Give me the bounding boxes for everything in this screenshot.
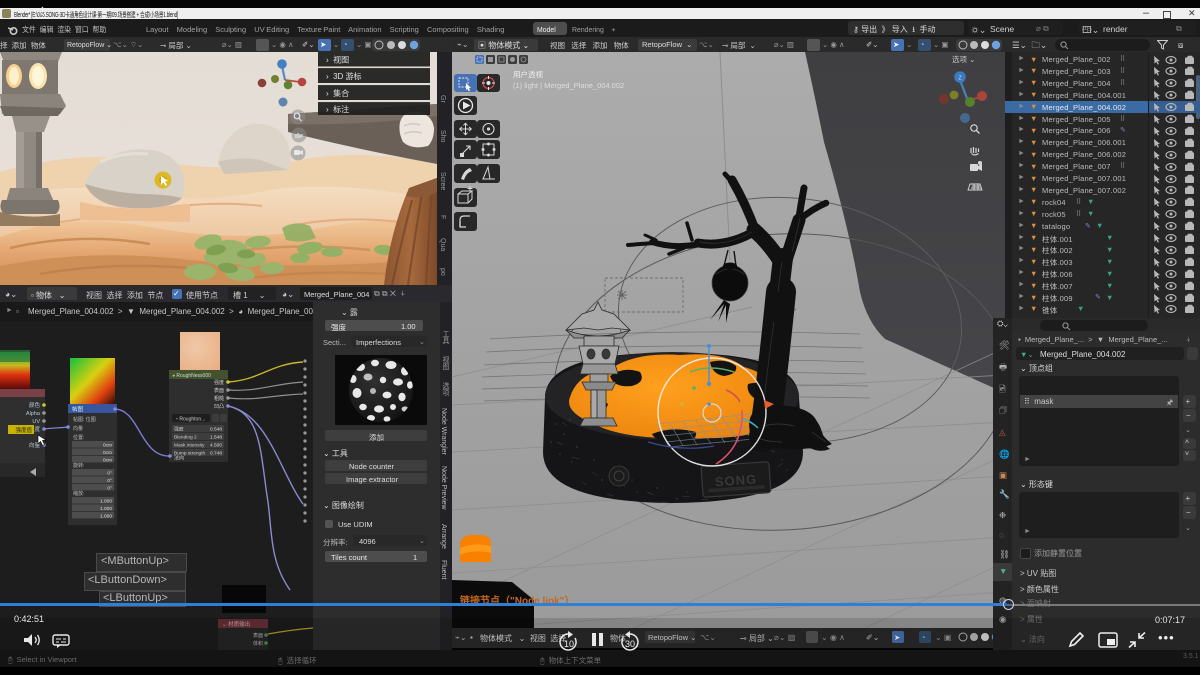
svg-text:强度值: 强度值 bbox=[15, 426, 32, 434]
svg-text:颜色: 颜色 bbox=[29, 401, 41, 409]
svg-text:0cm: 0cm bbox=[103, 457, 112, 463]
svg-text:› 集合: › 集合 bbox=[326, 88, 349, 98]
svg-text:向量: 向量 bbox=[73, 425, 83, 432]
svg-text:法向: 法向 bbox=[174, 455, 184, 462]
svg-text:凹凸: 凹凸 bbox=[214, 404, 224, 410]
svg-text:强度: 强度 bbox=[214, 379, 224, 386]
svg-text:› 视图: › 视图 bbox=[326, 55, 349, 65]
svg-text:Blending 2: Blending 2 bbox=[174, 435, 197, 441]
svg-text:位置:: 位置: bbox=[73, 434, 84, 441]
svg-text:10: 10 bbox=[564, 639, 574, 649]
svg-text:30: 30 bbox=[625, 639, 635, 649]
svg-text:› 3D 游标: › 3D 游标 bbox=[326, 71, 362, 81]
svg-text:1.000: 1.000 bbox=[100, 513, 112, 519]
svg-text:› 标注: › 标注 bbox=[326, 104, 349, 114]
svg-text:旋转:: 旋转: bbox=[73, 462, 84, 469]
svg-text:表面: 表面 bbox=[214, 387, 224, 394]
svg-text:(1) light | Merged_Plane_004.0: (1) light | Merged_Plane_004.002 bbox=[513, 81, 624, 90]
svg-text:1.548: 1.548 bbox=[210, 435, 222, 441]
svg-text:0.748: 0.748 bbox=[210, 451, 222, 457]
svg-text:0°: 0° bbox=[107, 485, 112, 491]
svg-text:1.000: 1.000 bbox=[100, 499, 112, 505]
svg-text:0°: 0° bbox=[107, 478, 112, 484]
svg-text:UV: UV bbox=[32, 419, 40, 425]
svg-text:帖图: 帖图 bbox=[72, 405, 84, 413]
svg-text:0cm: 0cm bbox=[103, 450, 112, 456]
svg-text:◕ RoughNess000: ◕ RoughNess000 bbox=[172, 373, 211, 379]
svg-text:1.000: 1.000 bbox=[100, 506, 112, 512]
svg-text:0°: 0° bbox=[107, 471, 112, 477]
svg-text:选项 ⌄: 选项 ⌄ bbox=[952, 54, 975, 64]
svg-text:粗糙: 粗糙 bbox=[214, 395, 224, 402]
svg-text:帖图: 位图: 帖图: 位图 bbox=[73, 416, 96, 423]
svg-text:Alpha: Alpha bbox=[26, 411, 41, 417]
svg-text:4.500: 4.500 bbox=[210, 443, 222, 449]
svg-text:0.548: 0.548 bbox=[210, 427, 222, 433]
svg-text:◔ Roughton...: ◔ Roughton... bbox=[175, 417, 205, 423]
svg-text:强度: 强度 bbox=[174, 426, 184, 433]
svg-text:Mask intensity: Mask intensity bbox=[174, 443, 205, 449]
svg-text:用户透视: 用户透视 bbox=[513, 69, 543, 79]
svg-text:缩放:: 缩放: bbox=[73, 490, 84, 497]
svg-text:0cm: 0cm bbox=[103, 443, 112, 449]
